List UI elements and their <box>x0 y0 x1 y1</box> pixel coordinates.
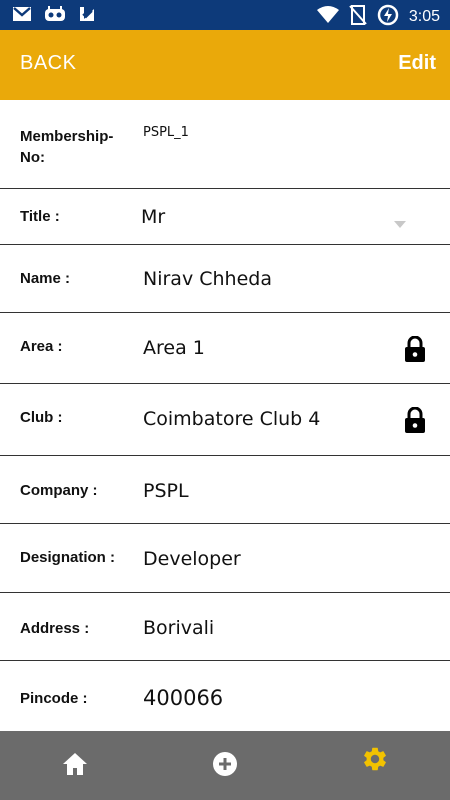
bottom-navigation <box>0 731 450 800</box>
add-circle-icon <box>212 751 238 781</box>
nav-home[interactable] <box>0 731 150 800</box>
designation-field[interactable]: Developer <box>143 548 241 570</box>
robot-icon <box>44 5 66 27</box>
name-field[interactable]: Nirav Chheda <box>143 268 272 290</box>
membership-label: Membership- No: <box>20 128 114 166</box>
area-value: Area 1 <box>143 337 205 359</box>
dropdown-arrow-icon[interactable] <box>394 213 406 232</box>
designation-row: Designation : Developer <box>0 524 450 593</box>
battery-charging-icon <box>377 4 399 30</box>
settings-gear-icon <box>361 745 389 777</box>
wifi-icon <box>316 6 339 28</box>
company-row: Company : PSPL <box>0 456 450 524</box>
company-field[interactable]: PSPL <box>143 480 189 502</box>
title-label: Title : <box>20 208 60 225</box>
address-field[interactable]: Borivali <box>143 617 214 639</box>
pincode-field[interactable]: 400066 <box>143 686 223 710</box>
task-check-icon <box>78 5 96 27</box>
pincode-row: Pincode : 400066 <box>0 661 450 732</box>
company-label: Company : <box>20 482 98 499</box>
status-time: 3:05 <box>408 8 440 25</box>
lock-icon <box>404 406 426 437</box>
gmail-icon <box>12 5 32 27</box>
lock-icon <box>404 335 426 366</box>
area-label: Area : <box>20 338 63 355</box>
designation-label: Designation : <box>20 549 116 566</box>
nav-add[interactable] <box>150 731 300 800</box>
app-bar: BACK Edit <box>0 30 450 100</box>
back-button[interactable]: BACK <box>20 52 76 75</box>
address-row: Address : Borivali <box>0 593 450 661</box>
status-bar: 3:05 <box>0 0 450 30</box>
club-value: Coimbatore Club 4 <box>143 408 321 430</box>
membership-row: Membership- No: PSPL_1 <box>0 100 450 189</box>
club-row: Club : Coimbatore Club 4 <box>0 384 450 456</box>
name-label: Name : <box>20 270 71 287</box>
profile-form: Membership- No: PSPL_1 Title : Mr Name :… <box>0 100 450 732</box>
home-icon <box>62 752 88 780</box>
pincode-label: Pincode : <box>20 690 88 707</box>
address-label: Address : <box>20 620 90 637</box>
nav-settings[interactable] <box>300 731 450 800</box>
membership-value: PSPL_1 <box>143 125 189 140</box>
club-label: Club : <box>20 409 63 426</box>
no-signal-icon <box>349 5 367 29</box>
area-row: Area : Area 1 <box>0 313 450 384</box>
edit-button[interactable]: Edit <box>398 52 436 75</box>
title-row[interactable]: Title : Mr <box>0 189 450 245</box>
title-select[interactable]: Mr <box>141 206 165 228</box>
name-row: Name : Nirav Chheda <box>0 245 450 313</box>
